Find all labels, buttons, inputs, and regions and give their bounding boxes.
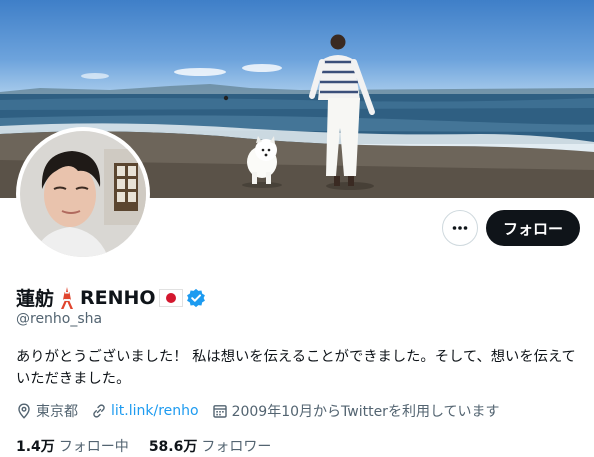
more-horizontal-icon	[452, 226, 468, 230]
follow-button[interactable]: フォロー	[486, 210, 580, 246]
followers-stat[interactable]: 58.6万 フォロワー	[149, 436, 272, 456]
avatar-image	[20, 131, 146, 257]
user-handle: @renho_sha	[16, 311, 103, 327]
website-link[interactable]: lit.link/renho	[111, 403, 199, 419]
profile-meta: 東京都 lit.link/renho 2009年10月からTwitterを利用し…	[16, 401, 513, 421]
verified-badge-icon[interactable]	[186, 288, 206, 308]
link-icon	[93, 404, 105, 418]
joined-text: 2009年10月からTwitterを利用しています	[231, 404, 500, 420]
followers-label: フォロワー	[201, 439, 272, 455]
following-stat[interactable]: 1.4万 フォロー中	[16, 436, 129, 456]
followers-count: 58.6万	[148, 439, 198, 455]
following-label: フォロー中	[58, 439, 129, 455]
website-item[interactable]: lit.link/renho	[91, 403, 199, 419]
display-name: 蓮舫	[16, 288, 55, 310]
joined-item: 2009年10月からTwitterを利用しています	[212, 401, 500, 421]
calendar-icon	[212, 405, 227, 418]
tokyo-tower-icon	[61, 286, 74, 309]
location-pin-icon	[18, 403, 30, 419]
more-options-button[interactable]	[442, 210, 478, 246]
location-text: 東京都	[36, 404, 78, 420]
profile-bio: ありがとうございました！ 私は想いを伝えることができました。そして、想いを伝えて…	[16, 349, 576, 387]
profile-avatar[interactable]	[16, 127, 150, 261]
japan-flag-icon	[158, 288, 183, 307]
location-item: 東京都	[16, 401, 78, 421]
display-name-row: 蓮舫 RENHO	[16, 284, 206, 311]
display-name-suffix: RENHO	[80, 286, 156, 309]
follow-stats: 1.4万 フォロー中 58.6万 フォロワー	[16, 436, 291, 456]
following-count: 1.4万	[16, 439, 55, 455]
